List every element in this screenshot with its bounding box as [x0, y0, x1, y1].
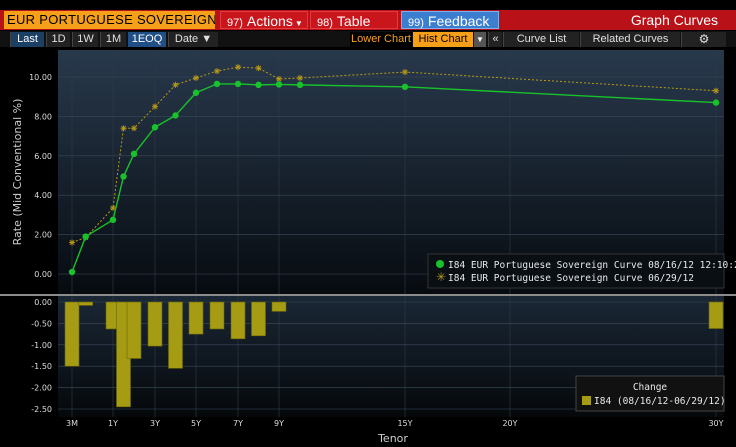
y-tick-label-lower: -0.50: [31, 319, 52, 328]
change-bar: [271, 301, 287, 312]
change-bar: [230, 301, 246, 340]
x-tick-label: 15Y: [397, 419, 412, 428]
legend-change-swatch: [582, 396, 591, 405]
data-point-current: [712, 99, 720, 106]
data-point-current: [109, 216, 117, 224]
legend-change-label: I84 (08/16/12-06/29/12): [594, 396, 726, 407]
data-point-previous: [152, 103, 158, 110]
y-tick-label-lower: 0.00: [34, 298, 52, 307]
y-tick-label: 2.00: [34, 231, 52, 240]
change-bar: [64, 301, 80, 367]
y-tick-label: 10.00: [29, 73, 52, 82]
data-point-current: [151, 124, 159, 131]
data-point-current: [275, 81, 283, 88]
x-tick-label: 3M: [66, 419, 78, 428]
change-bar: [168, 301, 183, 369]
x-tick-label: 3Y: [150, 419, 160, 428]
change-bar: [78, 301, 93, 306]
y-tick-label-lower: -1.50: [31, 362, 52, 371]
upper-ylabel: Rate (Mid Conventional %): [11, 99, 24, 246]
data-point-previous: [131, 125, 137, 132]
upper-legend: I84 EUR Portuguese Sovereign Curve 08/16…: [427, 253, 736, 289]
legend-current-label: I84 EUR Portuguese Sovereign Curve 08/16…: [448, 260, 736, 271]
data-point-current: [68, 268, 76, 276]
data-point-previous: [214, 68, 220, 75]
data-point-current: [255, 81, 262, 89]
x-tick-label: 30Y: [708, 419, 723, 428]
legend-previous-label: I84 EUR Portuguese Sovereign Curve 06/29…: [448, 273, 694, 284]
data-point-previous: [235, 64, 241, 71]
data-point-current: [172, 112, 179, 119]
change-bar: [147, 301, 163, 347]
y-tick-label: 0.00: [34, 270, 52, 279]
change-bar: [251, 301, 266, 337]
data-point-previous: [193, 74, 199, 81]
data-point-current: [401, 83, 409, 91]
chart-area: 0.00 2.00 4.00 6.00 8.00 10.00 3M 1Y 3Y 5Y 7Y 9Y 15…: [0, 48, 736, 447]
x-tick-label: 5Y: [191, 419, 201, 428]
legend-marker-previous: ✳: [436, 270, 446, 284]
change-bar: [209, 301, 225, 330]
x-axis-label: Tenor: [377, 432, 408, 445]
y-tick-label-lower: -2.00: [31, 384, 52, 393]
data-point-previous: [69, 239, 75, 246]
data-point-previous: [120, 125, 127, 132]
legend-change-title: Change: [633, 382, 668, 393]
y-tick-label-lower: -2.50: [31, 405, 52, 414]
data-point-previous: [276, 75, 282, 82]
change-bar: [708, 301, 724, 329]
data-point-previous: [172, 81, 179, 88]
y-tick-label: 6.00: [34, 152, 52, 161]
data-point-current: [213, 80, 221, 88]
data-point-current: [234, 80, 242, 88]
data-point-current: [130, 150, 138, 158]
data-point-current: [82, 233, 89, 240]
y-tick-label: 4.00: [34, 191, 52, 200]
y-tick-label: 8.00: [34, 112, 52, 121]
data-point-current: [192, 89, 200, 96]
x-tick-label: 1Y: [108, 419, 118, 428]
data-point-previous: [402, 69, 408, 76]
x-tick-label: 20Y: [502, 419, 517, 428]
y-tick-label-lower: -1.00: [31, 341, 52, 350]
data-point-current: [120, 173, 127, 180]
lower-legend: Change I84 (08/16/12-06/29/12): [575, 375, 726, 412]
change-bar: [188, 301, 204, 335]
data-point-current: [296, 81, 304, 89]
change-bar: [126, 301, 142, 359]
x-tick-label: 7Y: [233, 419, 243, 428]
data-point-previous: [713, 87, 719, 94]
legend-marker-current: [436, 260, 444, 268]
x-tick-label: 9Y: [274, 419, 284, 428]
data-point-previous: [297, 74, 303, 81]
data-point-previous: [255, 65, 262, 72]
